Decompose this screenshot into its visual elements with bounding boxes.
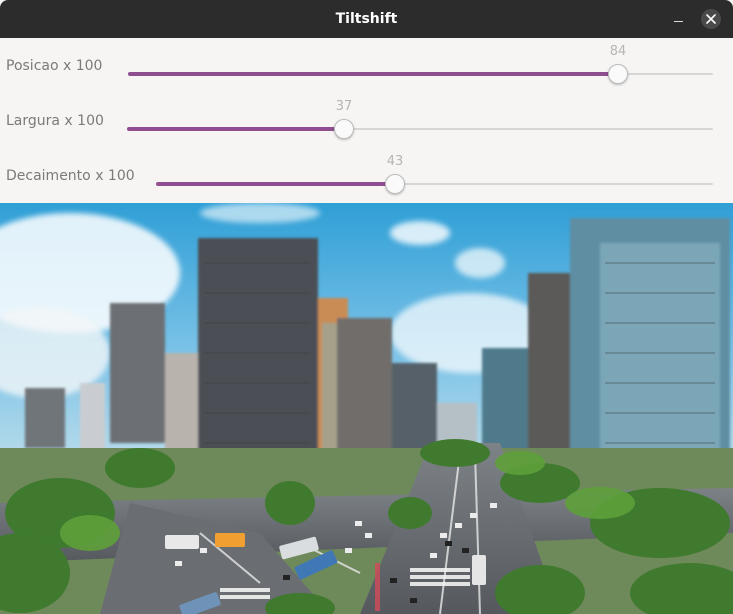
slider-label-decaimento: Decaimento x 100 (6, 168, 135, 184)
slider-value-decaimento: 43 (386, 154, 404, 169)
slider-value-posicao: 84 (609, 44, 627, 59)
window-title: Tiltshift (335, 11, 398, 27)
slider-fill-largura (127, 127, 344, 131)
slider-row-decaimento: Decaimento x 100 43 (0, 148, 733, 203)
slider-row-largura: Largura x 100 37 (0, 93, 733, 148)
slider-handle-posicao[interactable] (608, 64, 628, 84)
tiltshift-preview-image (0, 203, 733, 614)
slider-handle-largura[interactable] (334, 119, 354, 139)
slider-fill-decaimento (156, 182, 395, 186)
slider-row-posicao: Posicao x 100 84 (0, 38, 733, 93)
title-bar: Tiltshift (0, 0, 733, 38)
close-icon[interactable] (701, 9, 721, 29)
slider-fill-posicao (128, 72, 618, 76)
slider-handle-decaimento[interactable] (385, 174, 405, 194)
minimize-icon[interactable] (669, 9, 689, 29)
slider-label-largura: Largura x 100 (6, 113, 104, 129)
slider-value-largura: 37 (335, 99, 353, 114)
slider-label-posicao: Posicao x 100 (6, 58, 103, 74)
controls-panel: Posicao x 100 84 Largura x 100 37 Decaim… (0, 38, 733, 203)
